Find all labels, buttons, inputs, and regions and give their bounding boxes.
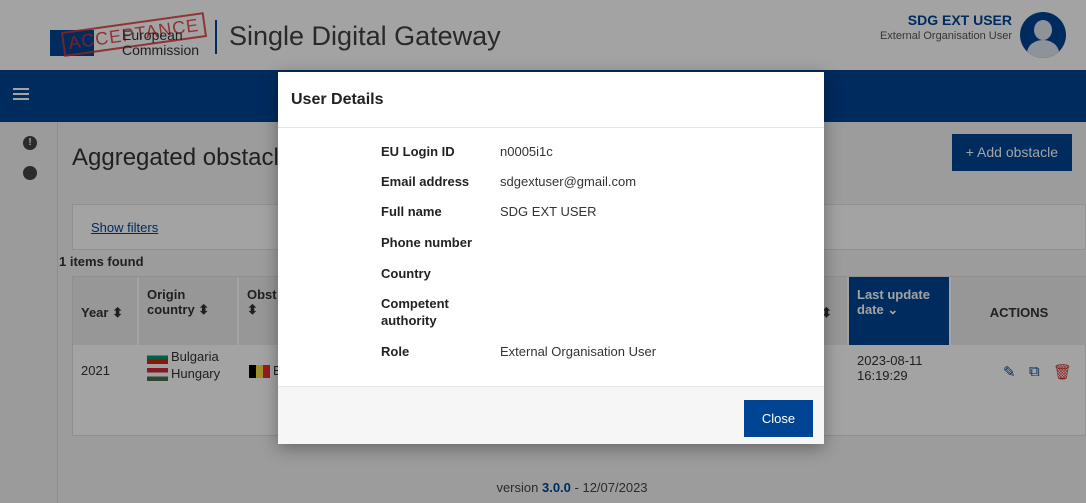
eu-login-id-value: n0005i1c	[500, 144, 553, 159]
competent-authority-label: Competent authority	[381, 296, 449, 328]
email-address-value: sdgextuser@gmail.com	[500, 174, 637, 189]
close-button[interactable]: Close	[744, 400, 813, 437]
user-details-modal: User Details EU Login ID n0005i1c Email …	[278, 72, 824, 444]
modal-title: User Details	[291, 91, 384, 108]
modal-header: User Details	[278, 72, 824, 128]
email-address-label: Email address	[381, 174, 470, 189]
country-label: Country	[381, 266, 431, 281]
phone-number-label: Phone number	[381, 235, 473, 250]
eu-login-id-label: EU Login ID	[381, 144, 455, 159]
modal-footer: Close	[278, 386, 824, 444]
full-name-value: SDG EXT USER	[500, 204, 597, 219]
role-value: External Organisation User	[500, 344, 657, 359]
full-name-label: Full name	[381, 204, 442, 219]
role-label: Role	[381, 344, 410, 359]
